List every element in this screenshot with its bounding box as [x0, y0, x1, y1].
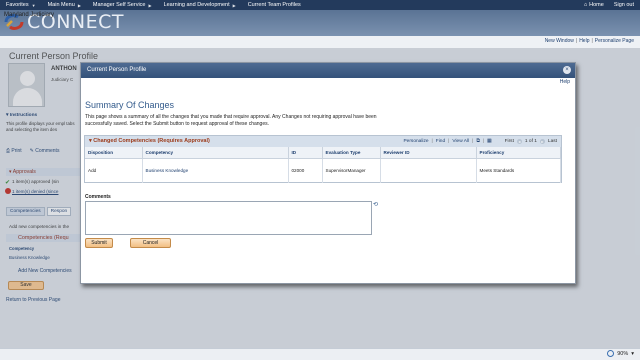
nav-favorites-label: Favorites [6, 2, 29, 8]
personalize-page-link[interactable]: Personalize Page [595, 38, 634, 44]
column-competency: Competency [142, 147, 289, 159]
home-link[interactable]: ⌂ Home [584, 2, 604, 8]
grid-last-label: Last [547, 139, 557, 144]
summary-modal: Current Person Profile × Help Summary Of… [80, 62, 576, 284]
globe-icon [607, 350, 615, 357]
top-navigation-bar: Favorites ▼ Main Menu ▶ Manager Self Servi… [0, 0, 640, 10]
column-id: ID [288, 147, 323, 159]
cell-id: 02000 [288, 158, 323, 183]
download-grid-icon[interactable]: ▦ [487, 137, 492, 146]
chevron-right-icon: ▶ [77, 2, 81, 8]
cell-competency-link[interactable]: Business Knowledge [142, 158, 289, 183]
nav-favorites[interactable]: Favorites ▼ [0, 2, 42, 8]
comments-label: Comments [85, 194, 111, 200]
chevron-right-icon: ▶ [232, 2, 236, 8]
zoom-level: 90% [617, 350, 629, 357]
nav-main-menu-label: Main Menu [47, 2, 75, 8]
nav-current-team-profiles[interactable]: Current Team Profiles [242, 2, 307, 8]
competencies-table: Disposition Competency ID Evaluation Typ… [85, 147, 561, 183]
modal-help-link[interactable]: Help [560, 79, 570, 85]
browser-status-bar [0, 348, 640, 360]
separator: | [431, 139, 433, 144]
chevron-down-icon: ▼ [31, 2, 36, 8]
column-proficiency: Proficiency [476, 147, 561, 159]
table-header-row: Disposition Competency ID Evaluation Typ… [85, 147, 561, 159]
cell-proficiency: Meets Standards [476, 158, 561, 183]
column-evaluation-type: Evaluation Type [322, 147, 381, 159]
cancel-button[interactable]: Cancel [130, 238, 171, 248]
home-icon: ⌂ [583, 2, 588, 8]
comments-textarea[interactable] [85, 201, 372, 235]
column-reviewer-id: Reviewer ID [380, 147, 477, 159]
changed-competencies-grid: ▾ Changed Competencies (Requires Approva… [84, 135, 562, 183]
grid-range: 1 of 1 [524, 139, 537, 144]
submit-button[interactable]: Submit [85, 238, 113, 248]
nav-manager-self-service-label: Manager Self Service [92, 2, 146, 8]
grid-caption[interactable]: ▾ Changed Competencies (Requires Approva… [89, 137, 210, 146]
separator: | [448, 139, 450, 144]
grid-find-link[interactable]: Find [436, 137, 445, 146]
next-icon[interactable]: ▸ [539, 139, 545, 144]
brand-subtitle: Maryland Judiciary [4, 12, 55, 18]
signout-link[interactable]: Sign out [614, 2, 634, 8]
zoom-control[interactable]: 90% ▾ [607, 350, 634, 357]
cell-evaluation-type: SupervisorManager [322, 158, 381, 183]
home-label: Home [589, 2, 604, 8]
summary-heading: Summary Of Changes [85, 100, 175, 110]
page-links: New Window | Help | Personalize Page [545, 38, 634, 44]
grid-header: ▾ Changed Competencies (Requires Approva… [85, 136, 561, 147]
header-banner: CONNECT Maryland Judiciary [0, 10, 640, 36]
column-disposition: Disposition [85, 147, 143, 159]
separator: | [472, 139, 474, 144]
summary-description: This page shows a summary of all the cha… [85, 114, 377, 127]
chevron-right-icon: ▶ [148, 2, 152, 8]
grid-first-label: First [504, 139, 514, 144]
nav-main-menu[interactable]: Main Menu ▶ [42, 2, 87, 8]
nav-current-team-profiles-label: Current Team Profiles [247, 2, 301, 8]
grid-view-all-link[interactable]: View All [452, 137, 469, 146]
nav-learning-development-label: Learning and Development [163, 2, 230, 8]
modal-title: Current Person Profile [87, 67, 147, 73]
spellcheck-icon[interactable]: ⟲ [373, 202, 380, 208]
grid-personalize-link[interactable]: Personalize [403, 137, 428, 146]
chevron-down-icon: ▾ [631, 350, 634, 357]
modal-titlebar[interactable]: Current Person Profile [81, 63, 575, 78]
nav-manager-self-service[interactable]: Manager Self Service ▶ [87, 2, 158, 8]
grid-caption-label: Changed Competencies (Requires Approval) [93, 138, 210, 144]
close-icon[interactable]: × [563, 66, 571, 74]
separator: | [482, 139, 485, 144]
nav-learning-development[interactable]: Learning and Development ▶ [158, 2, 242, 8]
zoom-grid-icon[interactable]: ⧉ [476, 137, 479, 146]
previous-icon[interactable]: ◂ [516, 139, 522, 144]
table-row: Add Business Knowledge 02000 SupervisorM… [85, 158, 561, 183]
new-window-link[interactable]: New Window [545, 38, 574, 44]
cell-disposition: Add [85, 158, 143, 183]
cell-reviewer-id [380, 158, 477, 183]
help-link[interactable]: Help [579, 38, 589, 44]
grid-navigation: Personalize | Find | View All | ⧉ | ▦ First … [403, 137, 557, 146]
